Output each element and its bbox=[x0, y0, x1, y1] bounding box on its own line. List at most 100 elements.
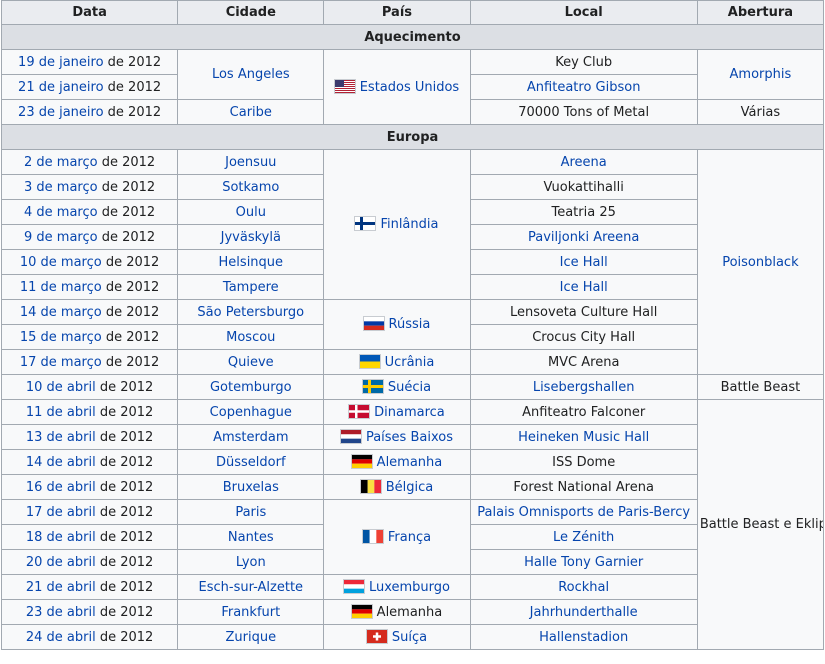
date-link[interactable]: 10 de abril bbox=[26, 380, 96, 395]
city-link[interactable]: Gotemburgo bbox=[210, 380, 292, 395]
city-link[interactable]: Sotkamo bbox=[222, 180, 279, 195]
date-link[interactable]: 16 de abril bbox=[26, 480, 96, 495]
date-link[interactable]: 17 de março bbox=[20, 355, 102, 370]
country-text: Alemanha bbox=[376, 604, 443, 620]
date-cell: 21 de abril de 2012 bbox=[0, 574, 179, 600]
country-link[interactable]: Dinamarca bbox=[374, 405, 445, 420]
date-link[interactable]: 19 de janeiro bbox=[18, 55, 104, 70]
sweden-flag-icon bbox=[362, 379, 383, 393]
country-cell: Ucrânia bbox=[323, 349, 471, 375]
venue-text: Key Club bbox=[555, 54, 613, 70]
city-link[interactable]: Moscou bbox=[226, 330, 275, 345]
date-link[interactable]: 21 de abril bbox=[26, 580, 96, 595]
date-link[interactable]: 4 de março bbox=[24, 205, 98, 220]
city-link[interactable]: Zurique bbox=[225, 630, 276, 645]
date-link[interactable]: 11 de abril bbox=[26, 405, 96, 420]
venue-link[interactable]: Halle Tony Garnier bbox=[524, 555, 643, 570]
date-link[interactable]: 15 de março bbox=[20, 330, 102, 345]
date-year: de 2012 bbox=[95, 404, 154, 420]
venue-link[interactable]: Ice Hall bbox=[560, 255, 608, 270]
date-link[interactable]: 23 de janeiro bbox=[18, 105, 104, 120]
opening-link[interactable]: Amorphis bbox=[730, 67, 792, 82]
country-link[interactable]: Suécia bbox=[388, 380, 431, 395]
city-link[interactable]: Helsinque bbox=[219, 255, 284, 270]
date-cell: 11 de março de 2012 bbox=[0, 274, 179, 300]
city-link[interactable]: Copenhague bbox=[210, 405, 292, 420]
date-link[interactable]: 24 de abril bbox=[26, 630, 96, 645]
date-cell: 4 de março de 2012 bbox=[0, 199, 179, 225]
date-link[interactable]: 9 de março bbox=[24, 230, 98, 245]
city-link[interactable]: Joensuu bbox=[225, 155, 276, 170]
date-link[interactable]: 10 de março bbox=[20, 255, 102, 270]
city-cell: Helsinque bbox=[177, 249, 325, 275]
city-link[interactable]: Bruxelas bbox=[223, 480, 279, 495]
venue-link[interactable]: Ice Hall bbox=[560, 280, 608, 295]
city-cell: Paris bbox=[177, 499, 325, 525]
venue-link[interactable]: Paviljonki Areena bbox=[528, 230, 639, 245]
date-year: de 2012 bbox=[95, 479, 154, 495]
venue-cell: Palais Omnisports de Paris-Bercy bbox=[469, 499, 698, 525]
country-link[interactable]: Luxemburgo bbox=[369, 580, 450, 595]
russia-flag-icon bbox=[363, 317, 384, 330]
venue-link[interactable]: Le Zénith bbox=[553, 530, 614, 545]
country-link[interactable]: Países Baixos bbox=[366, 430, 453, 445]
date-cell: 17 de abril de 2012 bbox=[0, 499, 179, 525]
section-row-europe: Europa bbox=[1, 124, 824, 150]
date-link[interactable]: 14 de abril bbox=[26, 455, 96, 470]
date-link[interactable]: 3 de março bbox=[24, 180, 98, 195]
venue-link[interactable]: Palais Omnisports de Paris-Bercy bbox=[477, 505, 690, 520]
date-link[interactable]: 21 de janeiro bbox=[18, 80, 104, 95]
city-link[interactable]: Düsseldorf bbox=[216, 455, 286, 470]
date-link[interactable]: 13 de abril bbox=[26, 430, 96, 445]
date-year: de 2012 bbox=[97, 204, 156, 220]
date-cell: 17 de março de 2012 bbox=[0, 349, 179, 375]
city-link[interactable]: Los Angeles bbox=[212, 67, 290, 82]
venue-link[interactable]: Anfiteatro Gibson bbox=[527, 80, 641, 95]
venue-link[interactable]: Areena bbox=[561, 155, 607, 170]
country-link[interactable]: Alemanha bbox=[377, 455, 443, 470]
venue-cell: Jahrhunderthalle bbox=[469, 599, 698, 625]
country-link[interactable]: Suíça bbox=[392, 630, 427, 645]
date-link[interactable]: 17 de abril bbox=[26, 505, 96, 520]
venue-link[interactable]: Jahrhunderthalle bbox=[530, 605, 638, 620]
opening-link[interactable]: Poisonblack bbox=[722, 255, 798, 270]
date-link[interactable]: 20 de abril bbox=[26, 555, 96, 570]
date-year: de 2012 bbox=[97, 229, 156, 245]
country-link[interactable]: Bélgica bbox=[386, 480, 434, 495]
country-link[interactable]: Finlândia bbox=[380, 217, 438, 232]
date-link[interactable]: 18 de abril bbox=[26, 530, 96, 545]
city-link[interactable]: Paris bbox=[235, 505, 266, 520]
city-link[interactable]: Esch-sur-Alzette bbox=[199, 580, 304, 595]
city-link[interactable]: Lyon bbox=[236, 555, 266, 570]
venue-link[interactable]: Lisebergshallen bbox=[533, 380, 635, 395]
country-cell: Finlândia bbox=[323, 149, 471, 300]
city-link[interactable]: Nantes bbox=[228, 530, 274, 545]
header-row: Data Cidade País Local Abertura bbox=[0, 0, 825, 25]
germany-flag-icon bbox=[351, 604, 372, 618]
venue-cell: Halle Tony Garnier bbox=[469, 549, 698, 575]
city-link[interactable]: Amsterdam bbox=[213, 430, 288, 445]
country-link[interactable]: Rússia bbox=[389, 317, 431, 332]
city-link[interactable]: São Petersburgo bbox=[197, 305, 304, 320]
date-link[interactable]: 11 de março bbox=[20, 280, 102, 295]
date-link[interactable]: 2 de março bbox=[24, 155, 98, 170]
opening-cell: Poisonblack bbox=[696, 149, 825, 375]
country-link[interactable]: Ucrânia bbox=[385, 355, 435, 370]
city-link[interactable]: Caribe bbox=[230, 105, 272, 120]
country-link[interactable]: Estados Unidos bbox=[360, 80, 460, 95]
venue-link[interactable]: Heineken Music Hall bbox=[518, 430, 649, 445]
city-link[interactable]: Quieve bbox=[228, 355, 274, 370]
date-link[interactable]: 23 de abril bbox=[26, 605, 96, 620]
denmark-flag-icon bbox=[349, 404, 370, 418]
date-cell: 11 de abril de 2012 bbox=[0, 399, 179, 425]
date-link[interactable]: 14 de março bbox=[20, 305, 102, 320]
country-link[interactable]: França bbox=[388, 530, 431, 545]
venue-link[interactable]: Hallenstadion bbox=[539, 630, 628, 645]
city-link[interactable]: Oulu bbox=[236, 205, 266, 220]
city-link[interactable]: Tampere bbox=[223, 280, 279, 295]
city-link[interactable]: Jyväskylä bbox=[221, 230, 281, 245]
col-header-date: Data bbox=[0, 0, 179, 25]
city-link[interactable]: Frankfurt bbox=[221, 605, 280, 620]
city-cell: Esch-sur-Alzette bbox=[177, 574, 325, 600]
venue-link[interactable]: Rockhal bbox=[558, 580, 609, 595]
